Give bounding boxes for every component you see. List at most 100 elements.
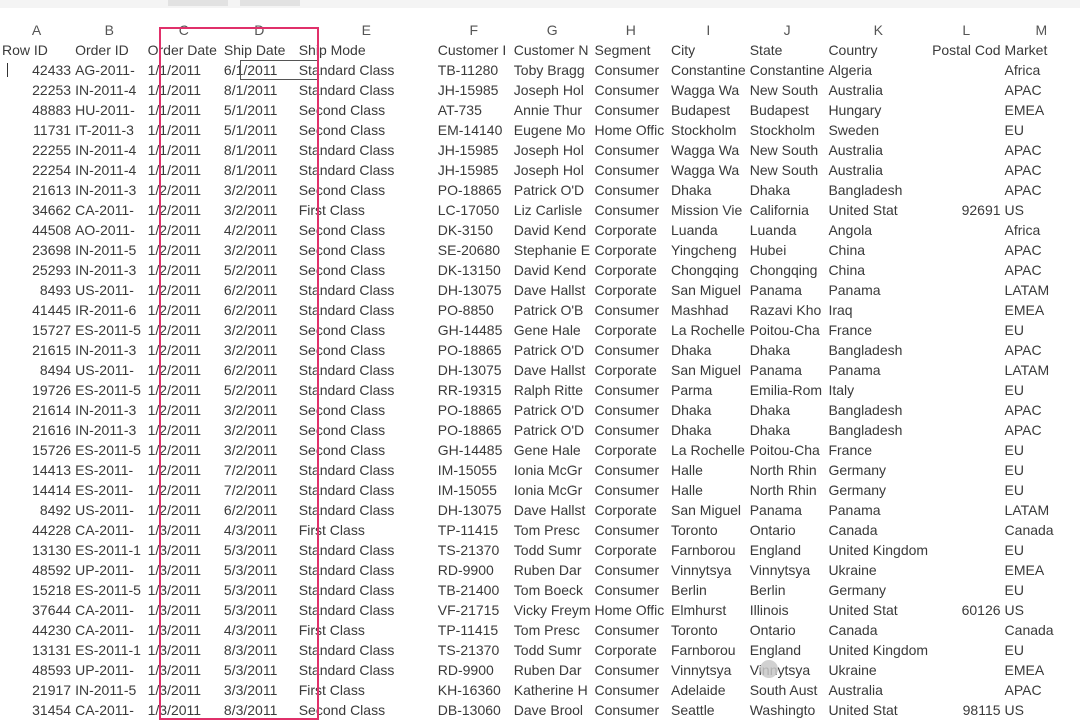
table-cell[interactable]: Second Class	[297, 320, 436, 340]
table-cell[interactable]: PO-8850	[436, 300, 512, 320]
table-cell[interactable]: Consumer	[593, 60, 669, 80]
column-header-l[interactable]: L	[930, 20, 1003, 40]
table-cell[interactable]: RD-9900	[436, 660, 512, 680]
table-cell[interactable]: Standard Class	[297, 60, 436, 80]
table-cell[interactable]: 1/3/2011	[146, 620, 222, 640]
table-cell[interactable]: Ukraine	[826, 560, 930, 580]
table-cell[interactable]: APAC	[1003, 160, 1080, 180]
table-cell[interactable]: RR-19315	[436, 380, 512, 400]
table-cell[interactable]: California	[748, 200, 827, 220]
table-cell[interactable]: North Rhin	[748, 480, 827, 500]
table-cell[interactable]: 1/2/2011	[146, 300, 222, 320]
table-cell[interactable]: 5/3/2011	[222, 540, 297, 560]
table-cell[interactable]: Vinnytsya	[669, 560, 748, 580]
table-cell[interactable]: 15218	[0, 580, 73, 600]
table-cell[interactable]: 44228	[0, 520, 73, 540]
table-cell[interactable]: Consumer	[593, 400, 669, 420]
table-cell[interactable]	[930, 100, 1002, 120]
table-cell[interactable]: IN-2011-3	[73, 340, 146, 360]
table-cell[interactable]: 3/2/2011	[222, 240, 297, 260]
table-cell[interactable]: 1/2/2011	[146, 480, 222, 500]
table-cell[interactable]: Dave Hallst	[512, 500, 593, 520]
table-cell[interactable]: Patrick O'D	[512, 340, 593, 360]
header-cell[interactable]: Customer I	[436, 40, 512, 60]
table-cell[interactable]: Bangladesh	[826, 420, 930, 440]
table-cell[interactable]: Vinnytsya	[669, 660, 748, 680]
table-cell[interactable]: 1/2/2011	[146, 360, 222, 380]
table-cell[interactable]: Hubei	[748, 240, 827, 260]
table-cell[interactable]: EMEA	[1003, 300, 1080, 320]
table-cell[interactable]: 37644	[0, 600, 73, 620]
table-cell[interactable]: EU	[1003, 440, 1080, 460]
table-cell[interactable]: Gene Hale	[512, 440, 593, 460]
table-cell[interactable]: 22255	[0, 140, 73, 160]
table-cell[interactable]: JH-15985	[436, 140, 512, 160]
column-header-g[interactable]: G	[511, 20, 593, 40]
table-cell[interactable]: 5/3/2011	[222, 600, 297, 620]
table-cell[interactable]: Chongqing	[748, 260, 827, 280]
table-cell[interactable]: Budapest	[748, 100, 827, 120]
table-cell[interactable]: Dave Hallst	[512, 360, 593, 380]
table-cell[interactable]: Consumer	[593, 140, 669, 160]
table-cell[interactable]: 1/2/2011	[146, 200, 222, 220]
table-cell[interactable]: UP-2011-	[73, 560, 146, 580]
header-cell[interactable]: State	[748, 40, 827, 60]
table-cell[interactable]: Canada	[826, 520, 930, 540]
table-cell[interactable]: Poitou-Cha	[748, 320, 827, 340]
table-cell[interactable]: 4/2/2011	[222, 220, 297, 240]
table-cell[interactable]: 21917	[0, 680, 73, 700]
table-cell[interactable]: La Rochelle	[669, 440, 748, 460]
table-cell[interactable]: UP-2011-	[73, 660, 146, 680]
table-cell[interactable]: ES-2011-5	[73, 440, 146, 460]
table-cell[interactable]: Wagga Wa	[669, 140, 748, 160]
table-cell[interactable]: Toronto	[669, 620, 748, 640]
table-cell[interactable]: 15726	[0, 440, 73, 460]
table-cell[interactable]: 6/1/2011	[222, 60, 297, 80]
table-cell[interactable]: TP-11415	[436, 520, 512, 540]
table-cell[interactable]: Second Class	[297, 240, 436, 260]
table-cell[interactable]: 1/1/2011	[146, 100, 222, 120]
table-cell[interactable]: La Rochelle	[669, 320, 748, 340]
table-cell[interactable]: APAC	[1003, 400, 1080, 420]
table-cell[interactable]: Ukraine	[826, 660, 930, 680]
table-cell[interactable]	[930, 440, 1002, 460]
table-cell[interactable]: TS-21370	[436, 640, 512, 660]
table-cell[interactable]: 7/2/2011	[222, 460, 297, 480]
table-cell[interactable]: 13131	[0, 640, 73, 660]
table-cell[interactable]: Mission Vie	[669, 200, 748, 220]
table-cell[interactable]: Standard Class	[297, 380, 436, 400]
table-cell[interactable]: 14413	[0, 460, 73, 480]
table-cell[interactable]: 6/2/2011	[222, 360, 297, 380]
table-cell[interactable]: DH-13075	[436, 280, 512, 300]
table-cell[interactable]: Razavi Kho	[748, 300, 827, 320]
table-cell[interactable]: JH-15985	[436, 160, 512, 180]
table-cell[interactable]: 1/3/2011	[146, 560, 222, 580]
table-cell[interactable]: Germany	[826, 480, 930, 500]
table-cell[interactable]: Standard Class	[297, 140, 436, 160]
table-cell[interactable]: Sweden	[826, 120, 930, 140]
table-cell[interactable]: 23698	[0, 240, 73, 260]
table-cell[interactable]	[930, 180, 1002, 200]
table-cell[interactable]: US-2011-	[73, 360, 146, 380]
table-cell[interactable]: Wagga Wa	[669, 160, 748, 180]
table-cell[interactable]: Consumer	[593, 480, 669, 500]
table-cell[interactable]: Patrick O'D	[512, 400, 593, 420]
table-cell[interactable]: EU	[1003, 480, 1080, 500]
table-cell[interactable]: EU	[1003, 580, 1080, 600]
table-cell[interactable]: 1/3/2011	[146, 700, 222, 720]
table-cell[interactable]: ES-2011-5	[73, 380, 146, 400]
table-cell[interactable]: 11731	[0, 120, 73, 140]
table-cell[interactable]: Joseph Hol	[512, 80, 593, 100]
table-cell[interactable]: 1/1/2011	[146, 60, 222, 80]
table-cell[interactable]: Second Class	[297, 220, 436, 240]
table-cell[interactable]: Standard Class	[297, 600, 436, 620]
table-cell[interactable]: IR-2011-6	[73, 300, 146, 320]
table-cell[interactable]: 21613	[0, 180, 73, 200]
table-cell[interactable]: DK-13150	[436, 260, 512, 280]
table-cell[interactable]: PO-18865	[436, 340, 512, 360]
table-cell[interactable]: Australia	[826, 680, 930, 700]
table-cell[interactable]: Vicky Freym	[512, 600, 593, 620]
table-cell[interactable]: 5/1/2011	[222, 120, 297, 140]
table-cell[interactable]: 22253	[0, 80, 73, 100]
table-cell[interactable]: 5/2/2011	[222, 260, 297, 280]
